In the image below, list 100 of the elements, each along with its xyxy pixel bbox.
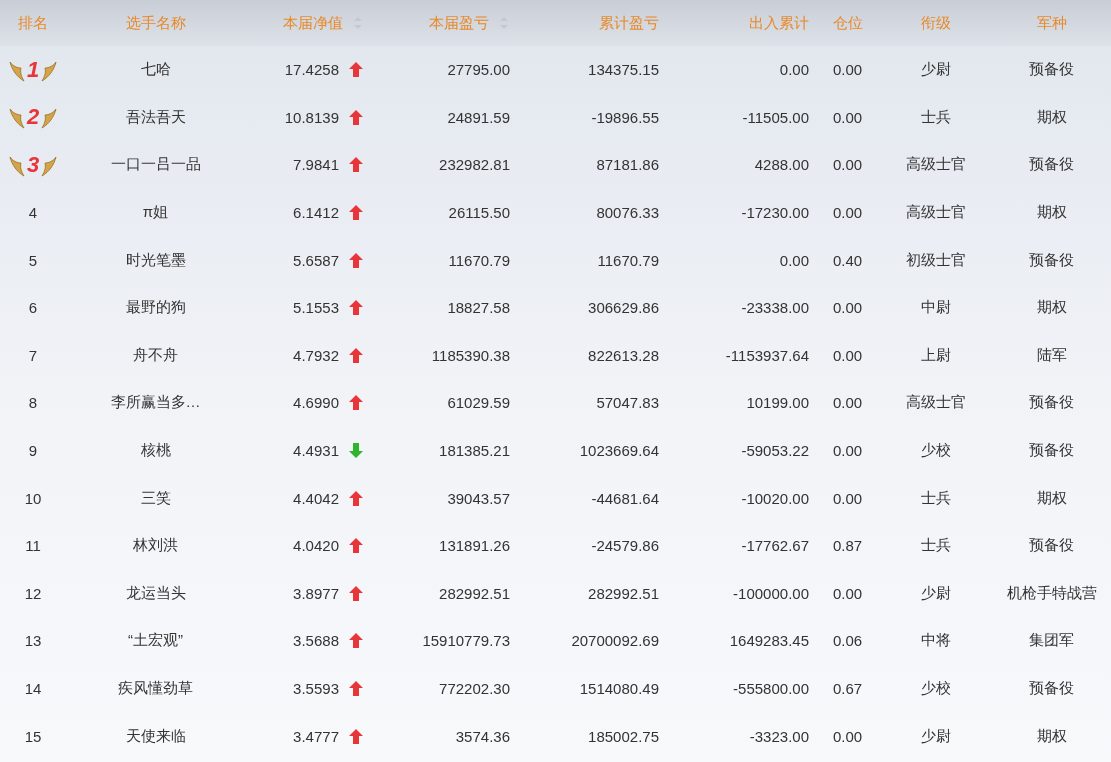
column-header: 军种 — [1036, 13, 1067, 33]
table-cell: 期权 — [1036, 203, 1067, 223]
table-cell: 预备役 — [1029, 536, 1074, 556]
table-cell: 0.00 — [832, 584, 863, 602]
table-cell: 1185390.38 — [431, 346, 510, 364]
table-cell: 185002.75 — [588, 727, 659, 745]
rank-number: 12 — [24, 584, 42, 602]
table-cell: 61029.59 — [447, 394, 510, 412]
table-cell: 11670.79 — [597, 251, 659, 269]
table-cell: 0.00 — [832, 108, 863, 126]
table-cell: 10.8139 — [284, 108, 339, 126]
table-cell: 0.06 — [832, 632, 863, 650]
table-cell: -19896.55 — [591, 108, 659, 126]
table-cell: 预备役 — [1029, 155, 1074, 175]
table-cell: 3.4777 — [293, 727, 339, 745]
table-cell: -59053.22 — [741, 442, 809, 460]
table-cell: 4.4931 — [293, 442, 339, 460]
player-name: 天使来临 — [125, 726, 186, 746]
table-cell: 0.00 — [779, 61, 809, 79]
player-name: 舟不舟 — [133, 345, 178, 365]
player-name: 龙运当头 — [125, 583, 186, 603]
table-cell: 预备役 — [1029, 60, 1074, 80]
table-cell: 11670.79 — [448, 251, 510, 269]
table-cell: 士兵 — [921, 107, 951, 127]
rank-number: 5 — [28, 251, 38, 269]
table-cell: 中将 — [921, 631, 951, 651]
column-header[interactable]: 本届盈亏 — [429, 13, 489, 33]
table-cell: 4.0420 — [293, 537, 339, 555]
table-cell: 3.5688 — [293, 632, 339, 650]
table-cell: 少尉 — [921, 726, 951, 746]
table-cell: 80076.33 — [596, 204, 659, 222]
table-cell: 0.00 — [832, 204, 863, 222]
table-cell: 0.00 — [832, 156, 863, 174]
table-cell: -24579.86 — [591, 537, 659, 555]
table-cell: -1153937.64 — [725, 346, 809, 364]
column-header: 仓位 — [832, 13, 863, 33]
table-cell: 181385.21 — [439, 442, 510, 460]
table-cell: 0.00 — [779, 251, 809, 269]
table-cell: 0.00 — [832, 346, 863, 364]
table-cell: 7.9841 — [293, 156, 339, 174]
table-cell: 4.7932 — [293, 346, 339, 364]
table-cell: 232982.81 — [439, 156, 510, 174]
rank-number: 1 — [26, 56, 40, 83]
rank-number: 4 — [28, 204, 38, 222]
table-cell: 1514080.49 — [579, 680, 659, 697]
rank-number: 6 — [28, 299, 38, 317]
rank-number: 11 — [25, 537, 41, 555]
rank-number: 2 — [26, 104, 40, 131]
column-header[interactable]: 本届净值 — [283, 13, 343, 33]
rank-number: 10 — [24, 489, 42, 507]
table-cell: 0.00 — [832, 727, 863, 745]
player-name: 核桃 — [140, 441, 171, 461]
table-cell: 0.00 — [832, 442, 863, 460]
rank-number: 13 — [24, 632, 42, 650]
table-cell: 0.00 — [832, 299, 863, 317]
column-header: 选手名称 — [125, 13, 186, 33]
table-cell: 集团军 — [1029, 631, 1074, 651]
table-cell: 士兵 — [921, 488, 951, 508]
table-cell: 5.1553 — [293, 299, 339, 317]
table-cell: 期权 — [1036, 488, 1067, 508]
player-name: 三笑 — [140, 488, 171, 508]
column-header: 出入累计 — [749, 13, 809, 33]
table-cell: 上尉 — [921, 345, 951, 365]
rank-number: 14 — [24, 680, 42, 697]
table-cell: 期权 — [1036, 107, 1067, 127]
player-name: 七哈 — [140, 60, 171, 80]
table-cell: 预备役 — [1029, 250, 1074, 270]
table-cell: 772202.30 — [439, 680, 510, 697]
table-cell: 少校 — [921, 679, 951, 698]
table-cell: 6.1412 — [293, 204, 339, 222]
player-name: 李所赢当多… — [110, 393, 201, 413]
table-cell: 4.6990 — [293, 394, 339, 412]
table-cell: 少校 — [921, 441, 951, 461]
table-cell: 4.4042 — [293, 489, 339, 507]
table-cell: 士兵 — [921, 536, 951, 556]
column-header: 衔级 — [921, 13, 951, 33]
table-cell: 5.6587 — [293, 251, 339, 269]
table-cell: -100000.00 — [733, 584, 809, 602]
table-cell: -555800.00 — [733, 680, 809, 697]
table-cell: -17230.00 — [741, 204, 809, 222]
column-header: 累计盈亏 — [599, 13, 659, 33]
table-cell: -11505.00 — [742, 108, 809, 126]
table-cell: 陆军 — [1036, 345, 1067, 365]
table-cell: 0.67 — [832, 680, 863, 697]
table-cell: 24891.59 — [447, 108, 510, 126]
table-cell: 中尉 — [921, 298, 951, 318]
table-cell: 期权 — [1036, 298, 1067, 318]
table-cell: 机枪手特战营 — [1006, 583, 1097, 603]
table-cell: 0.00 — [832, 394, 863, 412]
table-cell: 高级士官 — [906, 393, 966, 413]
table-cell: -3323.00 — [749, 727, 809, 745]
column-header: 排名 — [18, 13, 48, 33]
table-cell: 57047.83 — [596, 394, 659, 412]
player-name: π姐 — [142, 203, 169, 223]
player-name: 时光笔墨 — [125, 250, 186, 270]
table-cell: 0.87 — [832, 537, 863, 555]
table-cell: 20700092.69 — [571, 632, 659, 650]
table-cell: 17.4258 — [284, 61, 339, 79]
table-cell: 87181.86 — [596, 156, 659, 174]
table-cell: 306629.86 — [588, 299, 659, 317]
